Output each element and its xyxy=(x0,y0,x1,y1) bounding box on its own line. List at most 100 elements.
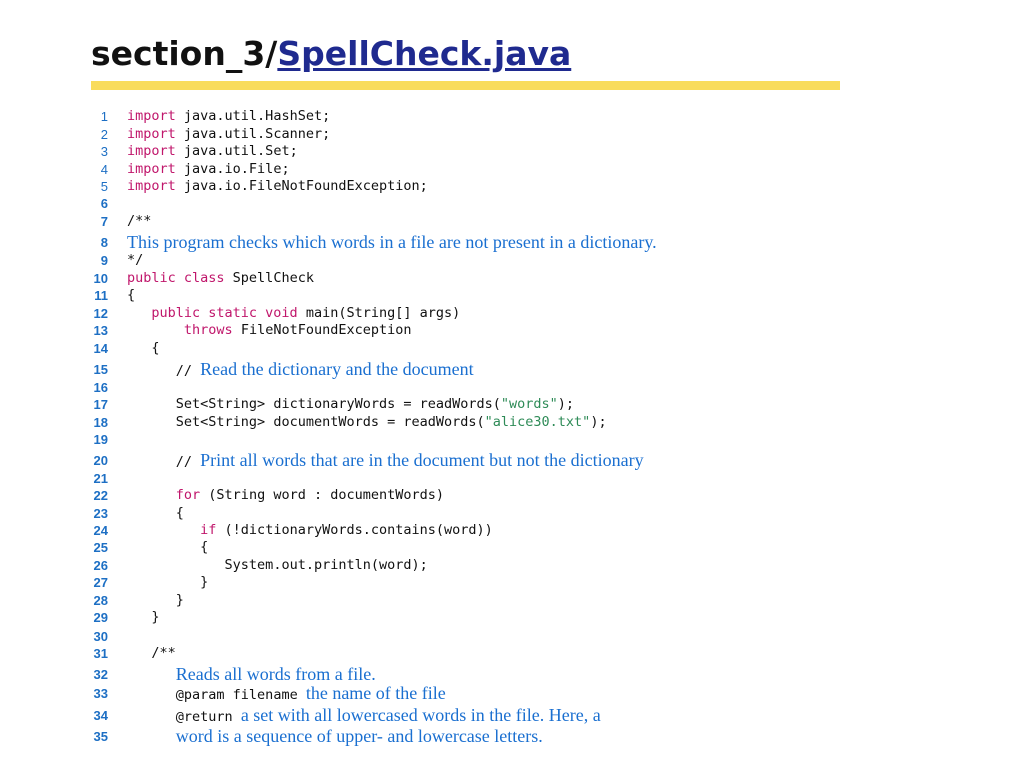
line-number: 5 xyxy=(100,179,108,194)
line-number: 32 xyxy=(93,667,108,682)
line-number: 9 xyxy=(100,253,108,268)
code-token: */ xyxy=(127,252,144,268)
line-number: 6 xyxy=(100,196,108,211)
code-token: @return xyxy=(175,709,241,725)
code-text: /** xyxy=(127,645,175,662)
code-string: "words" xyxy=(500,396,558,412)
code-comment: the name of the file xyxy=(305,683,446,703)
code-text: @param filename the name of the file xyxy=(127,683,446,704)
line-number: 34 xyxy=(93,708,108,723)
line-number: 18 xyxy=(93,415,108,430)
code-text: import java.io.FileNotFoundException; xyxy=(127,178,428,195)
line-number: 12 xyxy=(93,306,108,321)
code-text: if (!dictionaryWords.contains(word)) xyxy=(127,522,493,539)
line-number: 10 xyxy=(93,271,108,286)
code-text: public static void main(String[] args) xyxy=(127,305,460,322)
title-directory: section_3/ xyxy=(91,34,278,73)
code-comment: word is a sequence of upper- and lowerca… xyxy=(175,726,543,746)
line-number: 2 xyxy=(100,127,108,142)
code-text: { xyxy=(127,287,135,304)
code-text: System.out.println(word); xyxy=(127,557,428,574)
code-token: java.io.FileNotFoundException; xyxy=(175,178,428,194)
code-token: @param filename xyxy=(175,687,306,703)
line-number: 23 xyxy=(93,506,108,521)
line-number: 1 xyxy=(100,109,108,124)
line-number: 29 xyxy=(93,610,108,625)
code-token: } xyxy=(200,574,209,590)
code-comment: Reads all words from a file. xyxy=(175,664,376,684)
line-number: 19 xyxy=(93,432,108,447)
line-number: 7 xyxy=(100,214,108,229)
code-token: { xyxy=(151,340,160,356)
code-token: { xyxy=(175,505,184,521)
line-number: 13 xyxy=(93,323,108,338)
code-text: import java.io.File; xyxy=(127,161,290,178)
code-text: word is a sequence of upper- and lowerca… xyxy=(127,726,543,747)
file-link[interactable]: SpellCheck.java xyxy=(277,34,571,73)
code-text: throws FileNotFoundException xyxy=(127,322,412,339)
code-text: @return a set with all lowercased words … xyxy=(127,706,601,726)
code-text: } xyxy=(127,592,184,609)
code-text: import java.util.Set; xyxy=(127,143,298,160)
line-number: 26 xyxy=(93,558,108,573)
code-text: public class SpellCheck xyxy=(127,270,314,287)
line-number: 22 xyxy=(93,488,108,503)
code-token: main(String[] args) xyxy=(297,305,461,321)
code-token: java.util.Scanner; xyxy=(175,126,331,142)
code-text: // Read the dictionary and the document xyxy=(127,359,474,380)
code-keyword: import xyxy=(127,126,176,142)
code-token: SpellCheck xyxy=(224,270,314,286)
line-number: 11 xyxy=(94,288,108,303)
title-underline xyxy=(91,81,840,90)
code-keyword: throws xyxy=(183,322,233,338)
line-number: 27 xyxy=(93,575,108,590)
code-token: FileNotFoundException xyxy=(232,322,412,338)
code-keyword: for xyxy=(175,487,201,503)
line-number: 4 xyxy=(100,162,108,177)
code-token: // xyxy=(175,454,201,470)
code-keyword: import xyxy=(127,108,176,124)
line-number: 15 xyxy=(93,362,108,377)
code-token: { xyxy=(200,539,209,555)
code-text: } xyxy=(127,574,208,591)
code-text: // Print all words that are in the docum… xyxy=(127,450,644,471)
code-text: */ xyxy=(127,252,143,269)
code-token: java.util.HashSet; xyxy=(175,108,331,124)
line-number: 8 xyxy=(100,235,108,250)
line-number: 28 xyxy=(93,593,108,608)
code-text: Set<String> dictionaryWords = readWords(… xyxy=(127,396,574,413)
code-token: } xyxy=(175,592,184,608)
page-title: section_3/SpellCheck.java xyxy=(91,32,571,76)
code-comment: Print all words that are in the document… xyxy=(200,450,644,470)
code-keyword: import xyxy=(127,178,176,194)
line-number: 31 xyxy=(93,646,108,661)
line-number: 3 xyxy=(100,144,108,159)
code-text: import java.util.Scanner; xyxy=(127,126,330,143)
code-comment: Read the dictionary and the document xyxy=(200,359,474,379)
code-text: } xyxy=(127,609,159,626)
code-token: ); xyxy=(590,414,607,430)
code-string: "alice30.txt" xyxy=(484,414,591,430)
code-text: This program checks which words in a fil… xyxy=(127,232,657,253)
code-token: Set<String> documentWords = readWords( xyxy=(175,414,485,430)
line-number: 17 xyxy=(93,397,108,412)
line-number: 25 xyxy=(93,540,108,555)
line-number: 24 xyxy=(93,523,108,538)
line-number: 14 xyxy=(93,341,108,356)
code-comment: This program checks which words in a fil… xyxy=(127,232,657,252)
code-token: /** xyxy=(127,213,152,229)
code-text: for (String word : documentWords) xyxy=(127,487,444,504)
